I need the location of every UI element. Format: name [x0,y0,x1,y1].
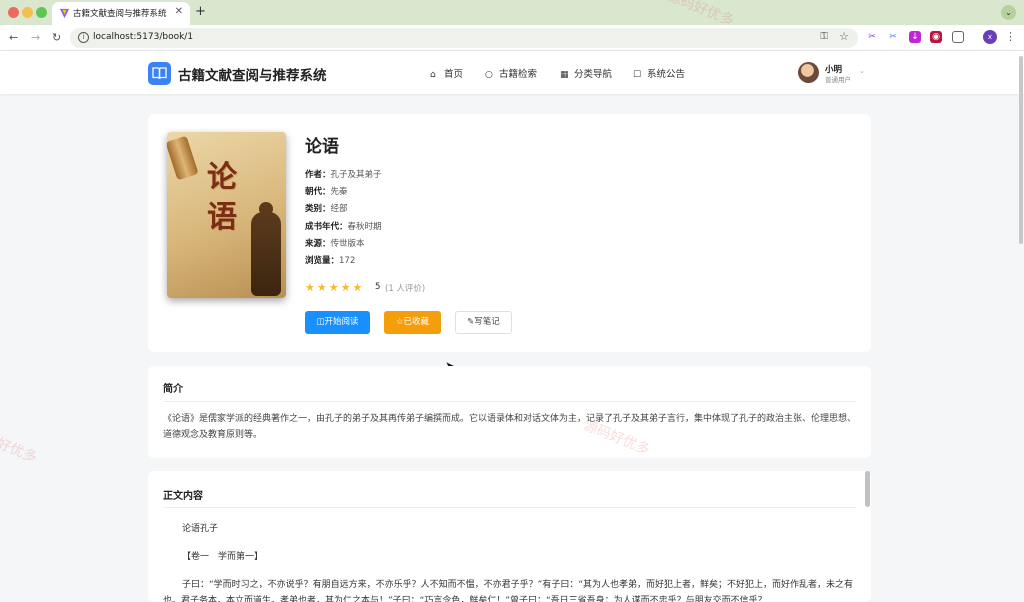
star-icon: ☆ [395,317,404,327]
new-tab-button[interactable]: + [195,4,206,19]
site-header: 古籍文献查阅与推荐系统 ⌂ 首页 ○ 古籍检索 ▦ 分类导航 ☐ 系统公告 小明 普通用… [0,51,1024,94]
nav-notice[interactable]: ☐ 系统公告 [633,66,685,80]
favorite-button[interactable]: ☆已收藏 [384,311,441,334]
cover-char-2: 语 [207,200,237,235]
browser-tab[interactable]: 古籍文献查阅与推荐系统 ✕ [52,2,190,25]
write-note-button[interactable]: ✎写笔记 [455,311,512,334]
content-card: 正文内容 论语孔子 【卷一 学而第一】 子曰：“学而时习之，不亦说乎？有朋自远方… [148,471,871,602]
meta-category: 类别：经部 [305,204,348,214]
meta-views: 浏览量：172 [305,256,356,266]
scroll-decoration [167,135,199,181]
content-chapter-heading: 【卷一 学而第一】 [182,552,264,562]
content-title: 正文内容 [163,491,203,502]
book-title: 论语 [305,137,339,157]
nav-home[interactable]: ⌂ 首页 [430,66,463,80]
open-book-icon [152,67,167,80]
forward-icon[interactable]: → [31,31,40,44]
tab-title: 古籍文献查阅与推荐系统 [73,9,167,19]
tab-search-icon[interactable]: ⌄ [1001,5,1016,20]
meta-era: 成书年代：春秋时期 [305,222,382,232]
intro-divider [163,401,856,402]
site-info-icon[interactable]: i [78,32,89,43]
maximize-window-button[interactable] [36,7,47,18]
content-paragraph: 子曰：“学而时习之，不亦说乎？有朋自远方来，不亦乐乎？人不知而不愠，不亦君子乎？… [163,580,853,602]
extensions-icon[interactable] [952,31,964,43]
home-icon: ⌂ [430,70,436,80]
nav-category[interactable]: ▦ 分类导航 [560,66,612,80]
meta-author: 作者：孔子及其弟子 [305,170,382,180]
grid-icon: ▦ [560,70,569,80]
page-scrollbar[interactable] [1019,56,1023,244]
back-icon[interactable]: ← [9,31,18,44]
notice-icon: ☐ [633,70,642,80]
user-role: 普通用户 [825,76,851,84]
rating-score: 5 [375,282,381,292]
cover-char-1: 论 [207,160,237,195]
meta-dynasty: 朝代：先秦 [305,187,348,197]
content-scrollbar[interactable] [865,471,870,507]
profile-avatar[interactable]: x [983,30,997,44]
content-divider [163,507,856,508]
password-key-icon[interactable]: ⚿ [820,31,828,42]
content-book-heading: 论语孔子 [182,524,219,534]
confucius-figure [251,212,281,296]
nav-search[interactable]: ○ 古籍检索 [485,66,537,80]
extension-scissors-icon[interactable]: ✂ [866,31,878,43]
url-text[interactable]: localhost:5173/book/1 [93,32,193,42]
intro-title: 简介 [163,384,183,395]
close-window-button[interactable] [8,7,19,18]
site-title[interactable]: 古籍文献查阅与推荐系统 [178,64,327,84]
chevron-down-icon[interactable]: ⌄ [859,67,865,75]
extension-download-icon[interactable]: ↓ [909,31,921,43]
minimize-window-button[interactable] [22,7,33,18]
book-info-card: 论 语 论语 作者：孔子及其弟子 朝代：先秦 类别：经部 成书年代：春秋时期 来… [148,114,871,352]
start-reading-button[interactable]: ◫开始阅读 [305,311,370,334]
rating-stars[interactable]: ★★★★★ [305,281,364,294]
meta-source: 来源：传世版本 [305,239,365,249]
reload-icon[interactable]: ↻ [52,31,61,44]
watermark: 好优多 [0,435,40,467]
intro-text: 《论语》是儒家学派的经典著作之一，由孔子的弟子及其再传弟子编撰而成。它以语录体和… [163,414,857,440]
user-avatar[interactable] [798,62,819,83]
bookmark-star-icon[interactable]: ☆ [839,30,849,43]
browser-tab-bar: 古籍文献查阅与推荐系统 ✕ + ⌄ [0,0,1024,25]
browser-menu-icon[interactable]: ⋮ [1005,30,1016,43]
book-open-icon: ◫ [316,317,325,327]
search-icon: ○ [485,70,493,80]
rating-count: (1 人评价) [385,284,426,294]
book-cover-image: 论 语 [167,132,286,298]
browser-toolbar: ← → ↻ i localhost:5173/book/1 ⚿ ☆ ✂ ✂ ↓ … [0,25,1024,51]
address-bar[interactable]: i localhost:5173/book/1 ⚿ ☆ [70,28,858,48]
book-logo-icon[interactable] [148,62,171,85]
extension-cut-icon[interactable]: ✂ [887,31,899,43]
tab-close-icon[interactable]: ✕ [175,6,183,17]
intro-card: 简介 《论语》是儒家学派的经典著作之一，由孔子的弟子及其再传弟子编撰而成。它以语… [148,366,871,458]
extension-puzzle-icon[interactable]: ◉ [930,31,942,43]
vite-favicon-icon [59,8,70,19]
